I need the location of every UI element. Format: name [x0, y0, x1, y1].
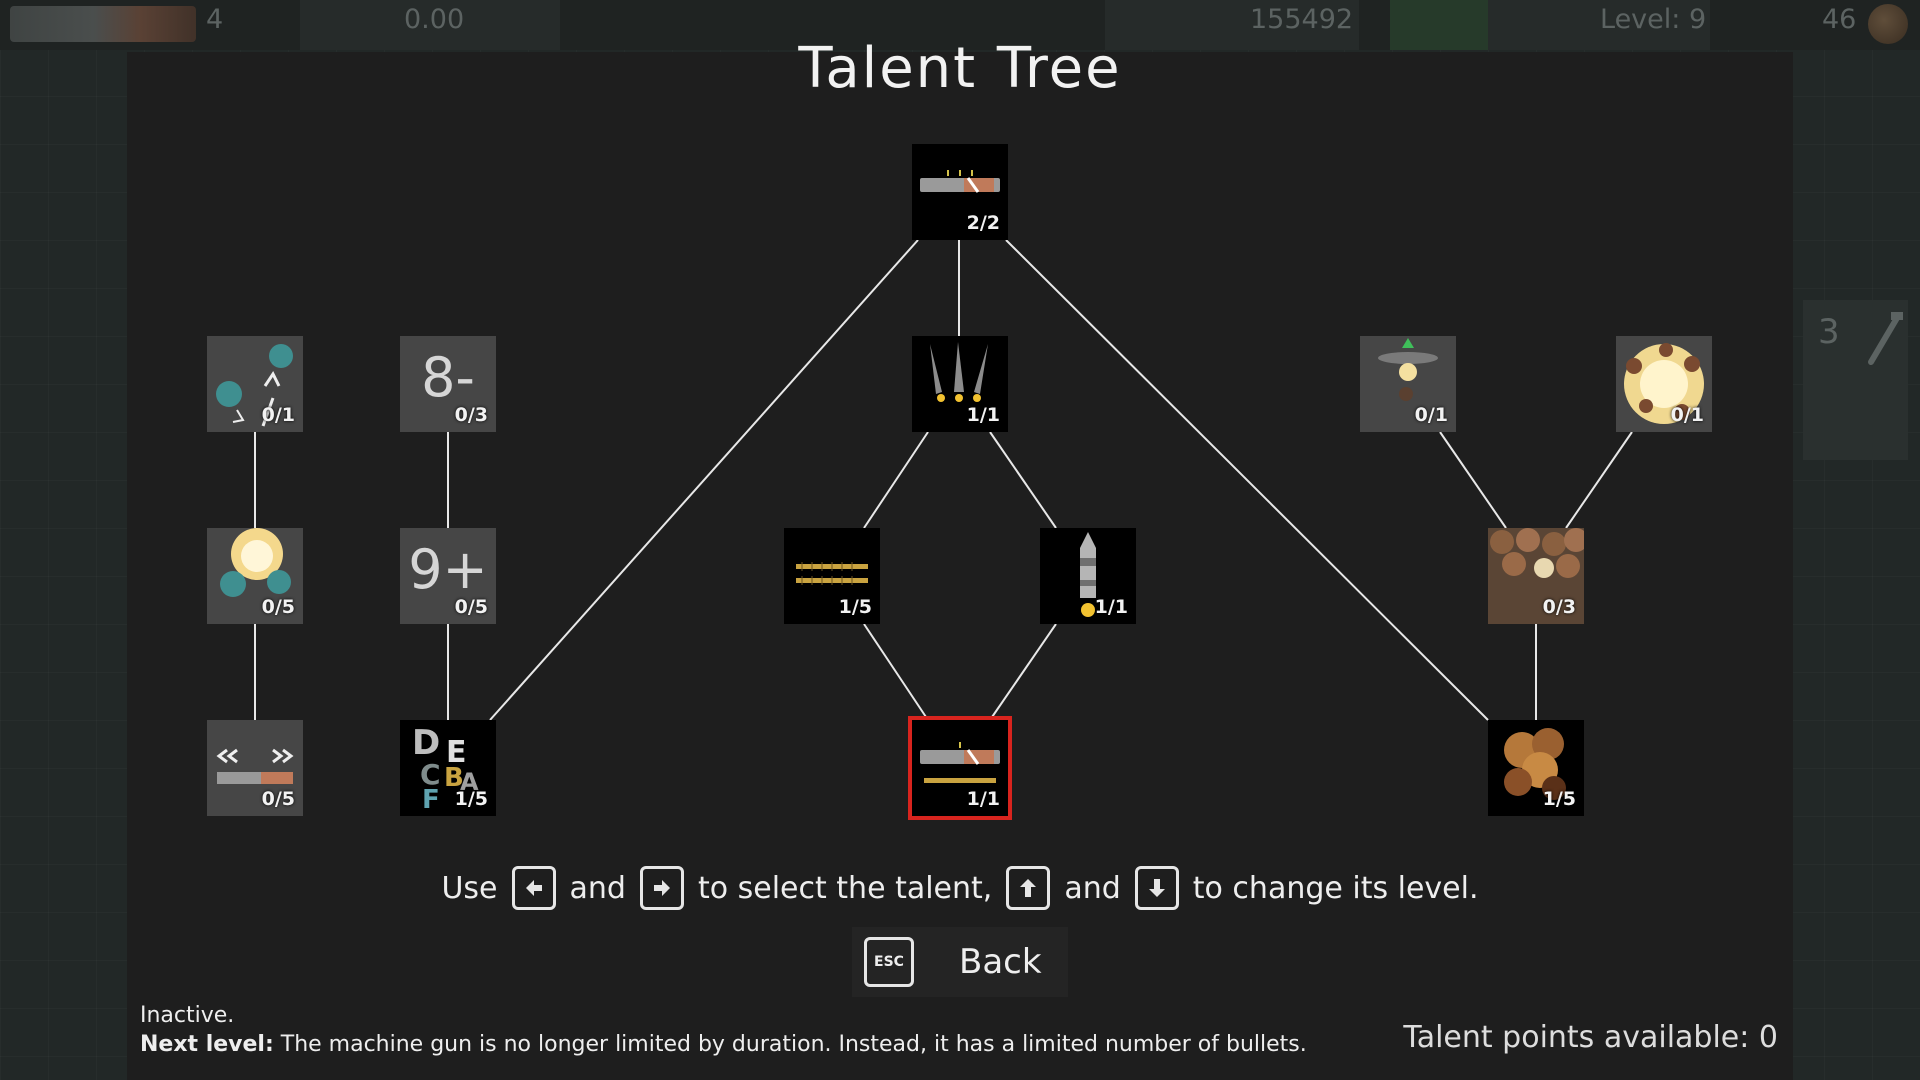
hint-select: to select the talent,	[697, 870, 993, 906]
talent-node-limited-bullets[interactable]: 1/1	[908, 716, 1012, 820]
talent-level: 0/3	[454, 404, 488, 426]
left-arrow-key-icon	[511, 866, 556, 910]
link-ufo-pile	[1439, 431, 1507, 529]
link-triple-belt	[863, 431, 929, 529]
next-level-label: Next level:	[140, 1032, 274, 1057]
link-root-letters	[489, 239, 919, 721]
link-blast-pile	[1565, 431, 1633, 529]
talent-level: 0/5	[261, 596, 295, 618]
talent-node-minus-eight[interactable]: 8- 0/3	[400, 336, 496, 432]
talent-node-bullet-belt[interactable]: 1/5	[784, 528, 880, 624]
talent-node-triple-shot[interactable]: 1/1	[912, 336, 1008, 432]
talent-node-big-blast[interactable]: 0/1	[1616, 336, 1712, 432]
down-arrow-key-icon	[1134, 866, 1179, 910]
minus-eight-glyph: 8-	[421, 346, 475, 409]
talent-node-explosion-orbs[interactable]: 0/5	[207, 528, 303, 624]
link-rocket-selected	[989, 623, 1057, 721]
talent-level: 0/1	[261, 404, 295, 426]
right-arrow-key-icon	[639, 866, 684, 910]
talent-description: Next level: The machine gun is no longer…	[140, 1032, 1307, 1057]
svg-text:D: D	[412, 723, 440, 763]
next-level-text: The machine gun is no longer limited by …	[273, 1032, 1307, 1057]
talent-level: 0/5	[454, 596, 488, 618]
controls-hint: Use and to select the talent, and to cha…	[0, 858, 1920, 918]
talent-node-coin-burst[interactable]: 1/5	[1488, 720, 1584, 816]
hint-change: to change its level.	[1192, 870, 1479, 906]
svg-text:F: F	[422, 785, 440, 815]
talent-node-dodge-orbs[interactable]: 0/1	[207, 336, 303, 432]
hint-use: Use	[441, 870, 498, 906]
talent-points-available: Talent points available: 0	[1403, 1020, 1778, 1055]
talent-node-ufo[interactable]: 0/1	[1360, 336, 1456, 432]
talent-level: 2/2	[966, 212, 1000, 234]
talent-node-coin-pile[interactable]: 0/3	[1488, 528, 1584, 624]
hint-and-1: and	[569, 870, 626, 906]
talent-level: 1/5	[1542, 788, 1576, 810]
talent-node-speed[interactable]: 0/5	[207, 720, 303, 816]
talent-node-rocket[interactable]: 1/1	[1040, 528, 1136, 624]
talent-level: 1/5	[838, 596, 872, 618]
talent-level: 0/3	[1542, 596, 1576, 618]
back-label: Back	[959, 942, 1042, 982]
up-arrow-key-icon	[1006, 866, 1051, 910]
talent-level: 1/5	[454, 788, 488, 810]
talent-level: 1/1	[966, 404, 1000, 426]
talent-node-letters[interactable]: D E C B A F 1/5	[400, 720, 496, 816]
link-root-coinburst	[1005, 239, 1489, 721]
talent-level: 0/5	[261, 788, 295, 810]
hint-and-2: and	[1064, 870, 1121, 906]
talent-status: Inactive.	[140, 1003, 235, 1028]
link-belt-selected	[863, 623, 929, 721]
talent-level: 1/1	[1094, 596, 1128, 618]
talent-level: 1/1	[966, 788, 1000, 810]
plus-nine-glyph: 9+	[408, 538, 488, 601]
talent-level: 0/1	[1670, 404, 1704, 426]
esc-key-icon: ESC	[864, 937, 914, 987]
talent-level: 0/1	[1414, 404, 1448, 426]
talent-node-root[interactable]: 2/2	[912, 144, 1008, 240]
talent-node-plus-nine[interactable]: 9+ 0/5	[400, 528, 496, 624]
link-triple-rocket	[989, 431, 1057, 529]
back-button[interactable]: ESC Back	[852, 927, 1068, 997]
